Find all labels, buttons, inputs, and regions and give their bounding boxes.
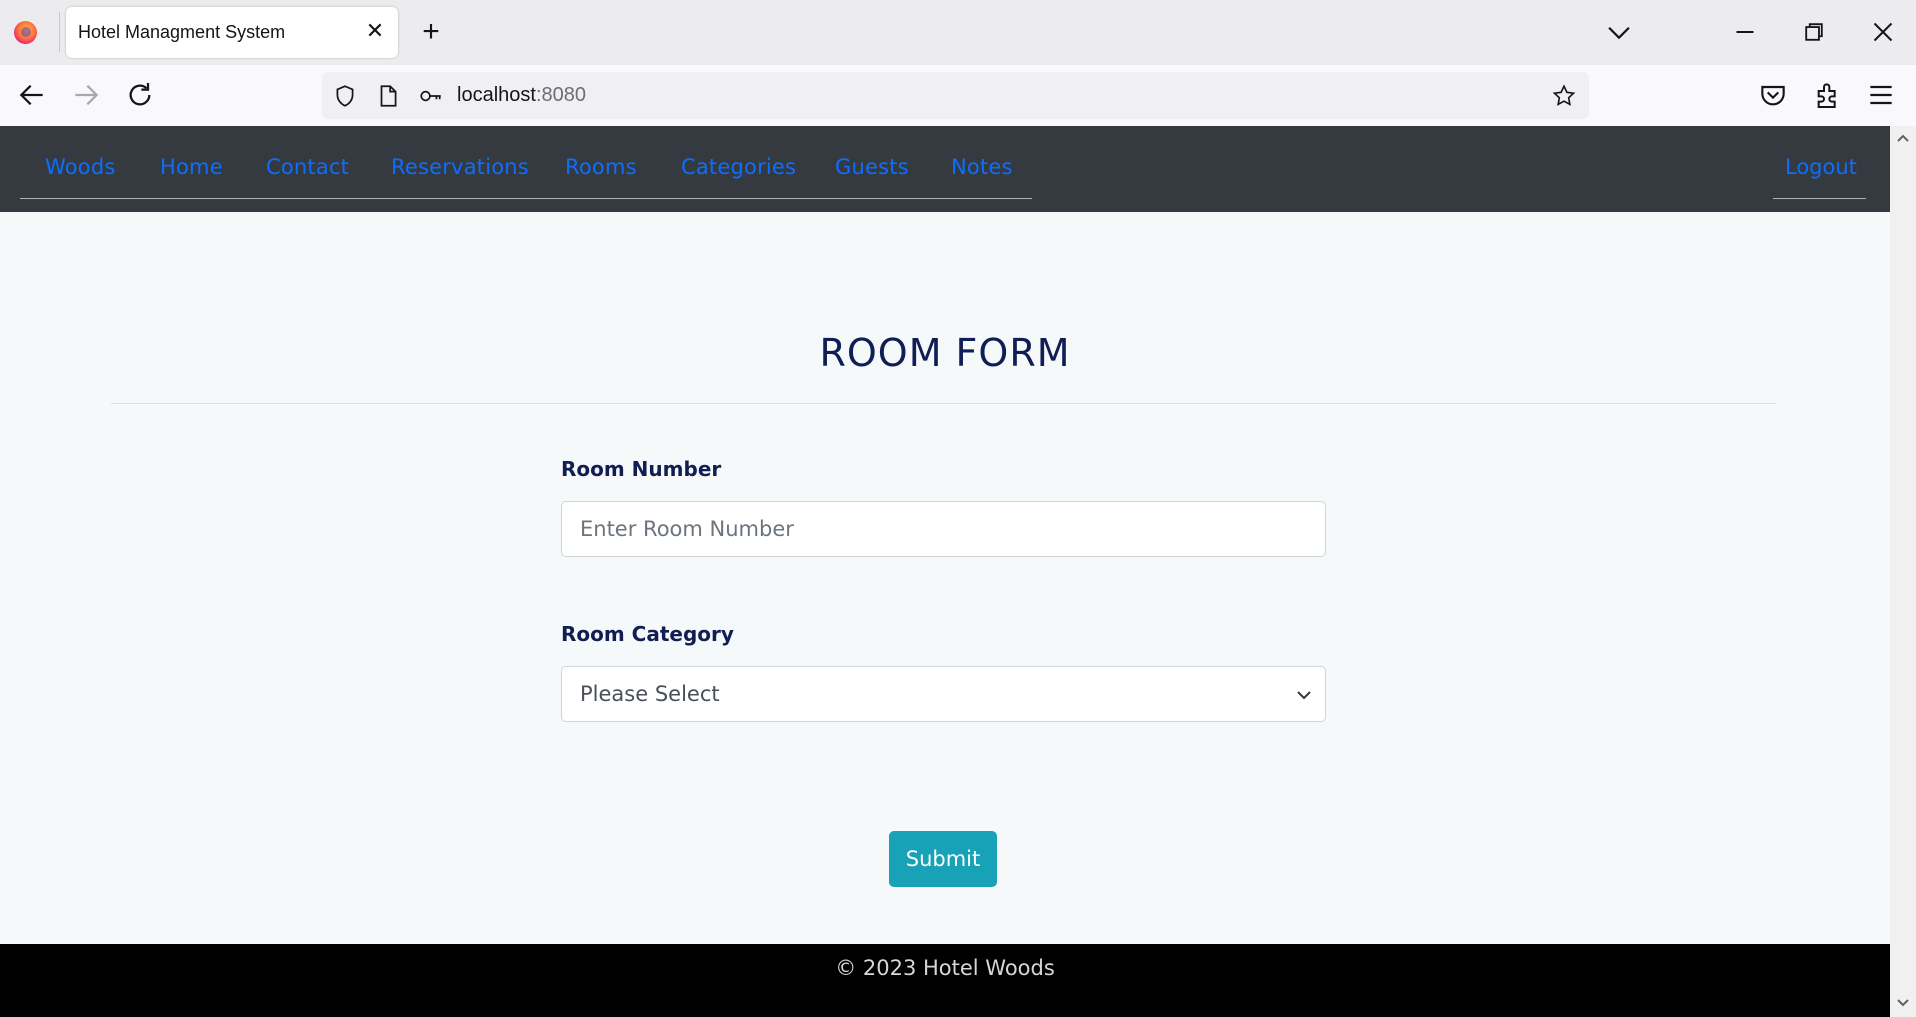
scroll-up-icon[interactable]: [1894, 130, 1912, 146]
url-port: :8080: [535, 84, 586, 106]
chevron-down-icon[interactable]: [1602, 15, 1636, 49]
nav-link-rooms[interactable]: Rooms: [565, 155, 637, 179]
page-title: ROOM FORM: [819, 331, 1071, 375]
nav-link-contact[interactable]: Contact: [266, 155, 349, 179]
room-category-select[interactable]: Please Select: [561, 666, 1326, 722]
page-content: Woods Home Contact Reservations Rooms Ca…: [0, 126, 1890, 1017]
scrollbar-track[interactable]: [1897, 154, 1909, 986]
browser-tab-bar: Hotel Managment System ✕ +: [0, 0, 1916, 65]
back-icon[interactable]: [16, 79, 48, 111]
minimize-icon[interactable]: [1728, 15, 1762, 49]
chevron-down-icon: [1295, 687, 1313, 703]
title-divider: [111, 403, 1776, 404]
nav-link-reservations[interactable]: Reservations: [391, 155, 529, 179]
room-category-selected: Please Select: [580, 682, 720, 706]
nav-link-notes[interactable]: Notes: [951, 155, 1013, 179]
shield-icon[interactable]: [332, 83, 358, 109]
site-nav-links: Woods Home Contact Reservations Rooms Ca…: [20, 126, 1032, 199]
window-close-icon[interactable]: [1866, 15, 1900, 49]
nav-link-guests[interactable]: Guests: [835, 155, 909, 179]
footer: © 2023 Hotel Woods: [0, 944, 1890, 1017]
url-text: localhost:8080: [457, 84, 586, 107]
firefox-icon[interactable]: [14, 21, 37, 44]
room-number-input[interactable]: Enter Room Number: [561, 501, 1326, 557]
star-icon[interactable]: [1551, 83, 1577, 109]
reload-icon[interactable]: [124, 79, 156, 111]
nav-brand-woods[interactable]: Woods: [45, 155, 116, 179]
forward-icon[interactable]: [70, 79, 102, 111]
pocket-icon[interactable]: [1757, 79, 1789, 111]
nav-link-home[interactable]: Home: [160, 155, 223, 179]
browser-tab-active[interactable]: Hotel Managment System ✕: [66, 7, 398, 58]
room-category-label: Room Category: [561, 622, 734, 646]
footer-copyright: © 2023 Hotel Woods: [835, 956, 1055, 980]
tab-title: Hotel Managment System: [78, 22, 286, 42]
submit-button[interactable]: Submit: [889, 831, 997, 887]
url-bar[interactable]: localhost:8080: [322, 72, 1589, 119]
site-navbar: Woods Home Contact Reservations Rooms Ca…: [0, 126, 1890, 212]
page-icon[interactable]: [375, 83, 401, 109]
restore-icon[interactable]: [1797, 15, 1831, 49]
logout-link[interactable]: Logout: [1785, 155, 1857, 179]
key-icon[interactable]: [418, 83, 444, 109]
extensions-icon[interactable]: [1812, 79, 1844, 111]
room-number-label: Room Number: [561, 457, 722, 481]
room-number-placeholder: Enter Room Number: [580, 517, 794, 541]
logout-wrap: Logout: [1773, 126, 1866, 199]
tab-separator: [59, 12, 60, 52]
browser-nav-bar: localhost:8080: [0, 65, 1916, 127]
url-host: localhost: [457, 84, 536, 106]
scroll-down-icon[interactable]: [1894, 995, 1912, 1011]
page-scrollbar[interactable]: [1890, 126, 1916, 1017]
plus-icon[interactable]: +: [416, 17, 446, 47]
close-icon[interactable]: ✕: [362, 19, 388, 45]
menu-icon[interactable]: [1865, 79, 1897, 111]
nav-link-categories[interactable]: Categories: [681, 155, 796, 179]
